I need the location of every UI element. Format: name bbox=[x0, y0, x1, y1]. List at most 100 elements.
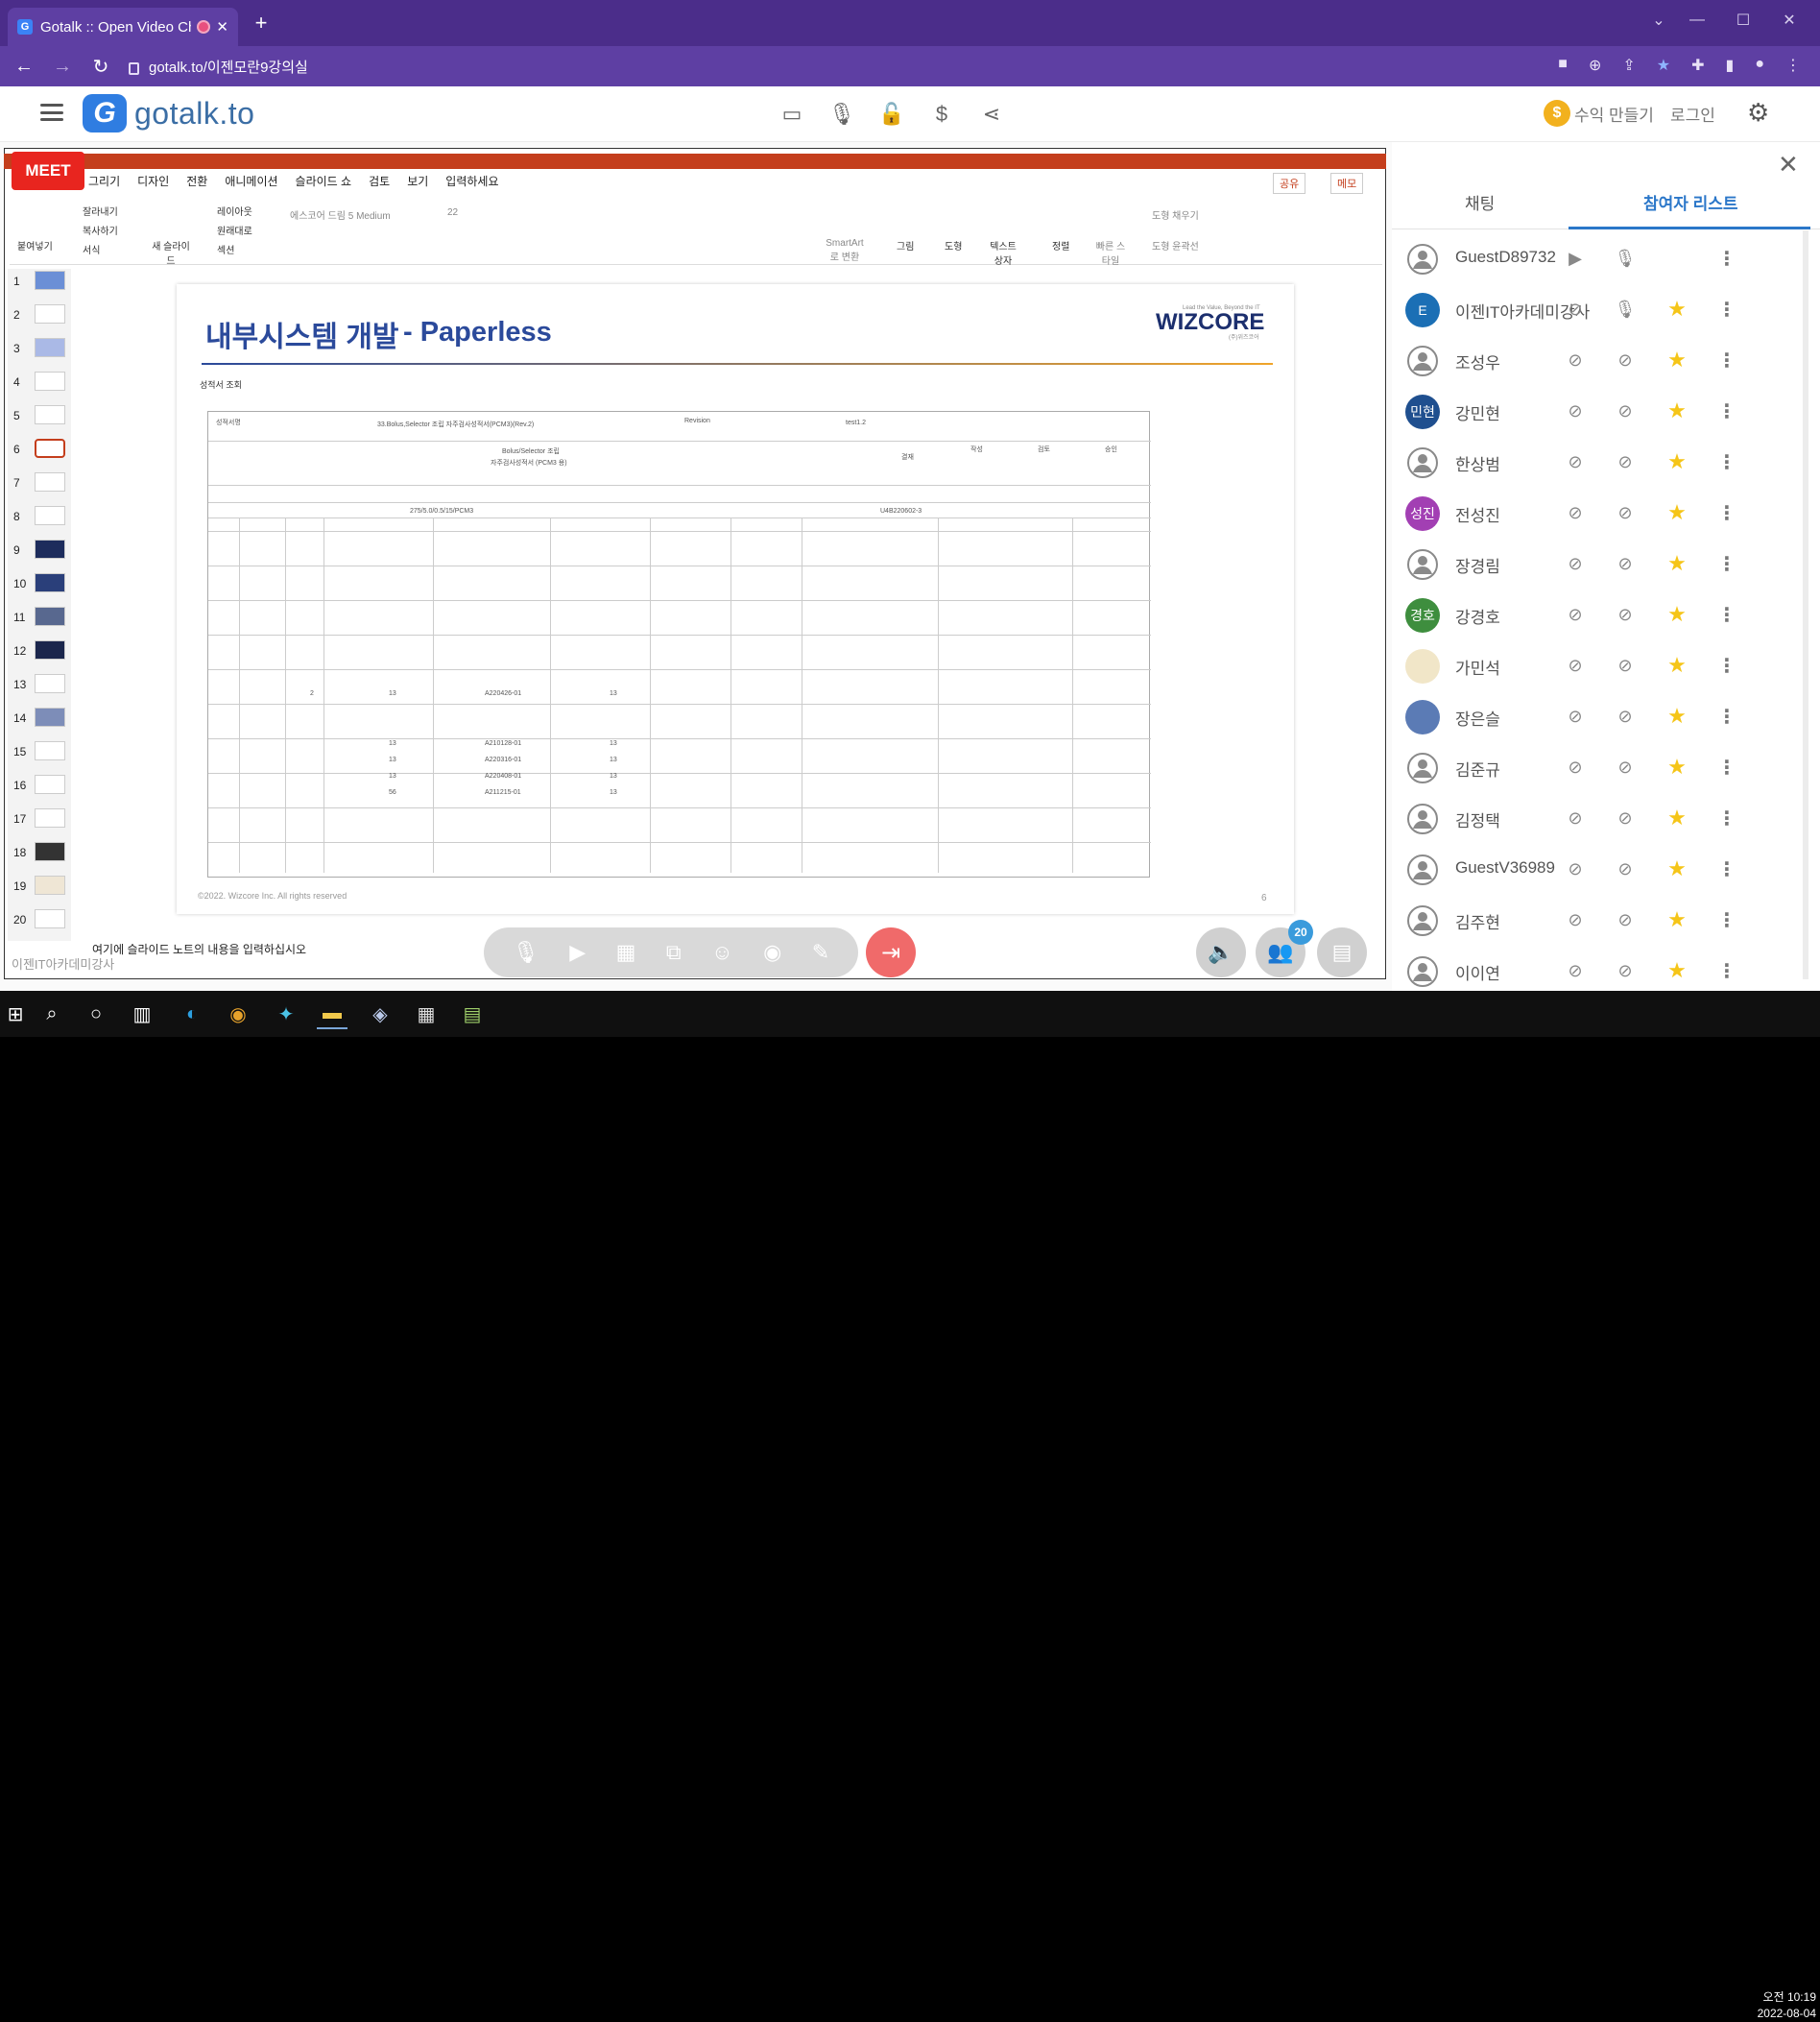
participant-row[interactable]: 민현 강민현 ⊘ ⊘ ★ ⋮ bbox=[1392, 385, 1820, 436]
picture-button[interactable]: 그림 bbox=[897, 238, 914, 253]
star-icon[interactable]: ★ bbox=[1663, 804, 1691, 832]
screen-add-icon[interactable]: ⧉ bbox=[666, 940, 682, 965]
chevron-down-icon[interactable]: ⌄ bbox=[1638, 6, 1680, 35]
login-link[interactable]: 로그인 bbox=[1670, 102, 1715, 126]
star-icon[interactable]: ★ bbox=[1663, 956, 1691, 985]
camera-off-icon[interactable]: ⊘ bbox=[1561, 498, 1590, 527]
thumbnail[interactable]: 8 bbox=[8, 504, 71, 533]
star-icon[interactable]: ★ bbox=[1663, 549, 1691, 578]
screen-share-icon[interactable]: ▭ bbox=[778, 100, 806, 129]
textbox-button[interactable]: 텍스트 상자 bbox=[987, 238, 1019, 267]
microphone-icon[interactable]: 🎙 bbox=[513, 940, 539, 965]
star-icon[interactable]: ★ bbox=[1663, 498, 1691, 527]
participant-row[interactable]: 조성우 ⊘ ⊘ ★ ⋮ bbox=[1392, 334, 1820, 385]
participant-row[interactable]: 가민석 ⊘ ⊘ ★ ⋮ bbox=[1392, 639, 1820, 690]
microphone-off-icon[interactable]: ⊘ bbox=[1611, 346, 1640, 374]
thumbnail[interactable]: 2 bbox=[8, 302, 71, 331]
star-icon[interactable]: ★ bbox=[1663, 295, 1691, 324]
microphone-off-icon[interactable]: ⊘ bbox=[1611, 855, 1640, 883]
microphone-icon[interactable]: 🎙 bbox=[1611, 295, 1640, 324]
thumbnail-selected[interactable]: 6 bbox=[8, 437, 71, 466]
menu-animation[interactable]: 애니메이션 bbox=[225, 173, 277, 192]
thumbnail[interactable]: 17 bbox=[8, 806, 71, 835]
more-options-icon[interactable]: ⋮ bbox=[1712, 498, 1741, 527]
microphone-off-icon[interactable]: ⊘ bbox=[1611, 498, 1640, 527]
forward-icon[interactable]: → bbox=[52, 56, 73, 78]
reset-button[interactable]: 원래대로 bbox=[217, 223, 252, 237]
camera-off-icon[interactable]: ⊘ bbox=[1561, 397, 1590, 425]
participant-row[interactable]: 장은슬 ⊘ ⊘ ★ ⋮ bbox=[1392, 690, 1820, 741]
pen-icon[interactable]: ✎ bbox=[812, 940, 829, 965]
copy-button[interactable]: 복사하기 bbox=[83, 223, 118, 237]
section-button[interactable]: 섹션 bbox=[217, 242, 234, 256]
star-icon[interactable]: ★ bbox=[1663, 855, 1691, 883]
cortana-icon[interactable]: ○ bbox=[81, 999, 111, 1029]
star-icon[interactable]: ★ bbox=[1663, 753, 1691, 782]
microphone-icon[interactable]: 🎙 bbox=[1611, 244, 1640, 273]
star-icon[interactable]: ★ bbox=[1663, 397, 1691, 425]
ppt-share-button[interactable]: 공유 bbox=[1273, 173, 1306, 194]
participant-row[interactable]: 경호 강경호 ⊘ ⊘ ★ ⋮ bbox=[1392, 589, 1820, 639]
camera-off-icon[interactable]: ⊘ bbox=[1561, 804, 1590, 832]
volume-icon[interactable]: 🔈 bbox=[1196, 927, 1246, 977]
thumbnail[interactable]: 10 bbox=[8, 571, 71, 600]
bookmark-star-icon[interactable]: ★ bbox=[1657, 56, 1670, 75]
camera-off-icon[interactable]: ⊘ bbox=[1561, 702, 1590, 731]
dollar-icon[interactable]: $ bbox=[927, 100, 956, 129]
camera-off-icon[interactable]: ⊘ bbox=[1561, 956, 1590, 985]
cut-button[interactable]: 잘라내기 bbox=[83, 204, 118, 218]
thumbnail[interactable]: 1 bbox=[8, 269, 71, 298]
thumbnail[interactable]: 12 bbox=[8, 638, 71, 667]
hamburger-menu-icon[interactable] bbox=[40, 104, 63, 121]
more-options-icon[interactable]: ⋮ bbox=[1712, 346, 1741, 374]
close-panel-icon[interactable]: ✕ bbox=[1778, 150, 1799, 180]
system-clock[interactable]: 오전 10:19 2022-08-04 bbox=[1745, 1989, 1816, 2022]
more-options-icon[interactable]: ⋮ bbox=[1712, 600, 1741, 629]
lock-room-icon[interactable]: 🔓 bbox=[877, 100, 906, 129]
share-network-icon[interactable]: ⋖ bbox=[977, 100, 1006, 129]
share-icon[interactable]: ⇪ bbox=[1622, 56, 1635, 75]
microphone-off-icon[interactable]: ⊘ bbox=[1611, 447, 1640, 476]
gear-icon[interactable]: ⚙ bbox=[1747, 98, 1769, 128]
arrange-button[interactable]: 정렬 bbox=[1052, 238, 1069, 253]
menu-review[interactable]: 검토 bbox=[369, 173, 390, 192]
participant-row[interactable]: 성진 전성진 ⊘ ⊘ ★ ⋮ bbox=[1392, 487, 1820, 538]
star-icon[interactable]: ★ bbox=[1663, 346, 1691, 374]
task-view-icon[interactable]: ▥ bbox=[127, 999, 157, 1029]
windows-start-icon[interactable]: ⊞ bbox=[0, 999, 31, 1029]
thumbnail[interactable]: 4 bbox=[8, 370, 71, 398]
microphone-off-icon[interactable]: ⊘ bbox=[1611, 651, 1640, 680]
thumbnail[interactable]: 11 bbox=[8, 605, 71, 634]
camera-off-icon[interactable]: ⊘ bbox=[1561, 295, 1590, 324]
microphone-off-icon[interactable]: ⊘ bbox=[1611, 905, 1640, 934]
camera-off-icon[interactable]: ⊘ bbox=[1561, 905, 1590, 934]
new-tab-button[interactable]: + bbox=[248, 10, 275, 36]
camera-off-icon[interactable]: ⊘ bbox=[1561, 753, 1590, 782]
shape-button[interactable]: 도형 bbox=[945, 238, 962, 253]
more-options-icon[interactable]: ⋮ bbox=[1712, 244, 1741, 273]
menu-transition[interactable]: 전환 bbox=[186, 173, 207, 192]
record-icon[interactable]: ◉ bbox=[763, 940, 781, 965]
sidebar-icon[interactable]: ▮ bbox=[1726, 56, 1735, 75]
camera-icon[interactable]: ■ bbox=[1558, 56, 1568, 75]
ppt-memo-button[interactable]: 메모 bbox=[1330, 173, 1364, 194]
close-window-button[interactable]: ✕ bbox=[1768, 6, 1810, 35]
tab-chat[interactable]: 채팅 bbox=[1465, 190, 1495, 214]
menu-view[interactable]: 보기 bbox=[407, 173, 428, 192]
kebab-menu-icon[interactable]: ⋮ bbox=[1785, 56, 1801, 75]
microphone-icon[interactable]: 🎙 bbox=[827, 100, 856, 129]
more-options-icon[interactable]: ⋮ bbox=[1712, 804, 1741, 832]
menu-draw[interactable]: 그리기 bbox=[88, 173, 120, 192]
participant-row[interactable]: 김준규 ⊘ ⊘ ★ ⋮ bbox=[1392, 741, 1820, 792]
quick-style-button[interactable]: 빠른 스타일 bbox=[1094, 238, 1127, 267]
more-options-icon[interactable]: ⋮ bbox=[1712, 753, 1741, 782]
participant-row[interactable]: GuestD89732 ▶ 🎙 ⋮ bbox=[1392, 232, 1820, 283]
profile-icon[interactable]: ● bbox=[1755, 56, 1764, 75]
participant-row[interactable]: 김주현 ⊘ ⊘ ★ ⋮ bbox=[1392, 894, 1820, 945]
thumbnail[interactable]: 19 bbox=[8, 874, 71, 903]
shape-fill-button[interactable]: 도형 채우기 bbox=[1152, 207, 1199, 222]
thumbnail[interactable]: 15 bbox=[8, 739, 71, 768]
grid-icon[interactable]: ▦ bbox=[616, 940, 636, 965]
more-options-icon[interactable]: ⋮ bbox=[1712, 651, 1741, 680]
chrome-icon[interactable]: ◉ bbox=[223, 999, 253, 1029]
